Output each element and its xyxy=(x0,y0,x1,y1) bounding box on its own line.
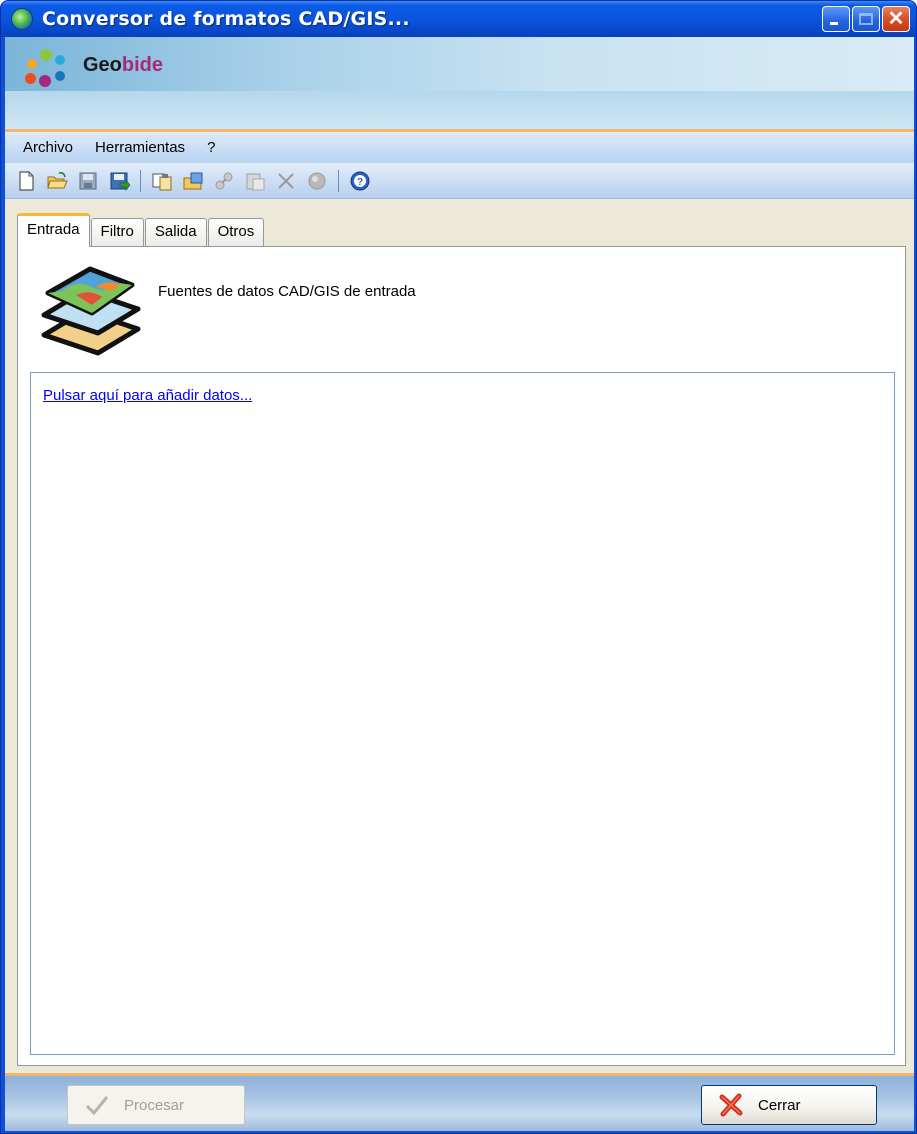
checkmark-icon xyxy=(84,1092,110,1118)
toolbar-separator xyxy=(140,169,141,192)
brand-banner: Geobide xyxy=(5,37,914,129)
app-globe-icon xyxy=(11,8,33,30)
process-button[interactable]: Procesar xyxy=(67,1085,245,1125)
add-data-link[interactable]: Pulsar aquí para añadir datos... xyxy=(43,387,252,404)
toolbar: ? xyxy=(5,163,914,199)
delete-icon[interactable] xyxy=(275,170,297,192)
app-window: Conversor de formatos CAD/GIS... ✕ Geobi… xyxy=(0,0,917,1134)
new-document-icon[interactable] xyxy=(15,170,37,192)
process-button-label: Procesar xyxy=(124,1096,185,1114)
tab-filtro[interactable]: Filtro xyxy=(90,218,144,246)
close-button-label: Cerrar xyxy=(758,1096,801,1114)
tab-salida[interactable]: Salida xyxy=(144,218,207,246)
menu-archivo[interactable]: Archivo xyxy=(23,139,73,156)
save-as-icon[interactable] xyxy=(108,170,131,192)
panel-title: Fuentes de datos CAD/GIS de entrada xyxy=(158,283,416,300)
svg-text:?: ? xyxy=(357,177,363,188)
maximize-button[interactable] xyxy=(852,6,880,32)
copy-icon[interactable] xyxy=(151,170,173,192)
close-button[interactable]: Cerrar xyxy=(701,1085,877,1125)
open-project-icon[interactable] xyxy=(182,170,204,192)
help-icon[interactable]: ? xyxy=(349,170,371,192)
menu-herramientas[interactable]: Herramientas xyxy=(95,139,185,156)
open-folder-icon[interactable] xyxy=(46,170,68,192)
save-icon[interactable] xyxy=(77,170,99,192)
paste-icon[interactable] xyxy=(244,170,266,192)
window-title: Conversor de formatos CAD/GIS... xyxy=(42,8,410,30)
brand-name: Geobide xyxy=(83,54,164,76)
bottom-action-bar: Procesar Cerrar xyxy=(5,1073,914,1131)
window-controls: ✕ xyxy=(822,6,910,32)
close-icon: ✕ xyxy=(887,8,905,30)
red-x-icon xyxy=(718,1092,744,1118)
tab-strip: Entrada Filtro Salida Otros xyxy=(17,212,265,247)
tab-entrada[interactable]: Entrada xyxy=(17,213,90,247)
map-layers-icon xyxy=(41,266,141,356)
toolbar-separator xyxy=(338,169,339,192)
minimize-button[interactable] xyxy=(822,6,850,32)
menu-bar: Archivo Herramientas ? xyxy=(5,129,914,163)
geobide-logo-icon xyxy=(25,47,71,87)
title-bar[interactable]: Conversor de formatos CAD/GIS... ✕ xyxy=(1,1,916,37)
client-area: Geobide Archivo Herramientas ? ? Entrada… xyxy=(5,37,914,1131)
entrada-panel: Fuentes de datos CAD/GIS de entrada Puls… xyxy=(17,246,906,1066)
connect-icon[interactable] xyxy=(213,170,235,192)
tab-otros[interactable]: Otros xyxy=(207,218,265,246)
record-icon[interactable] xyxy=(306,170,328,192)
data-sources-list[interactable]: Pulsar aquí para añadir datos... xyxy=(30,372,895,1055)
close-window-button[interactable]: ✕ xyxy=(882,6,910,32)
menu-help[interactable]: ? xyxy=(207,139,215,156)
